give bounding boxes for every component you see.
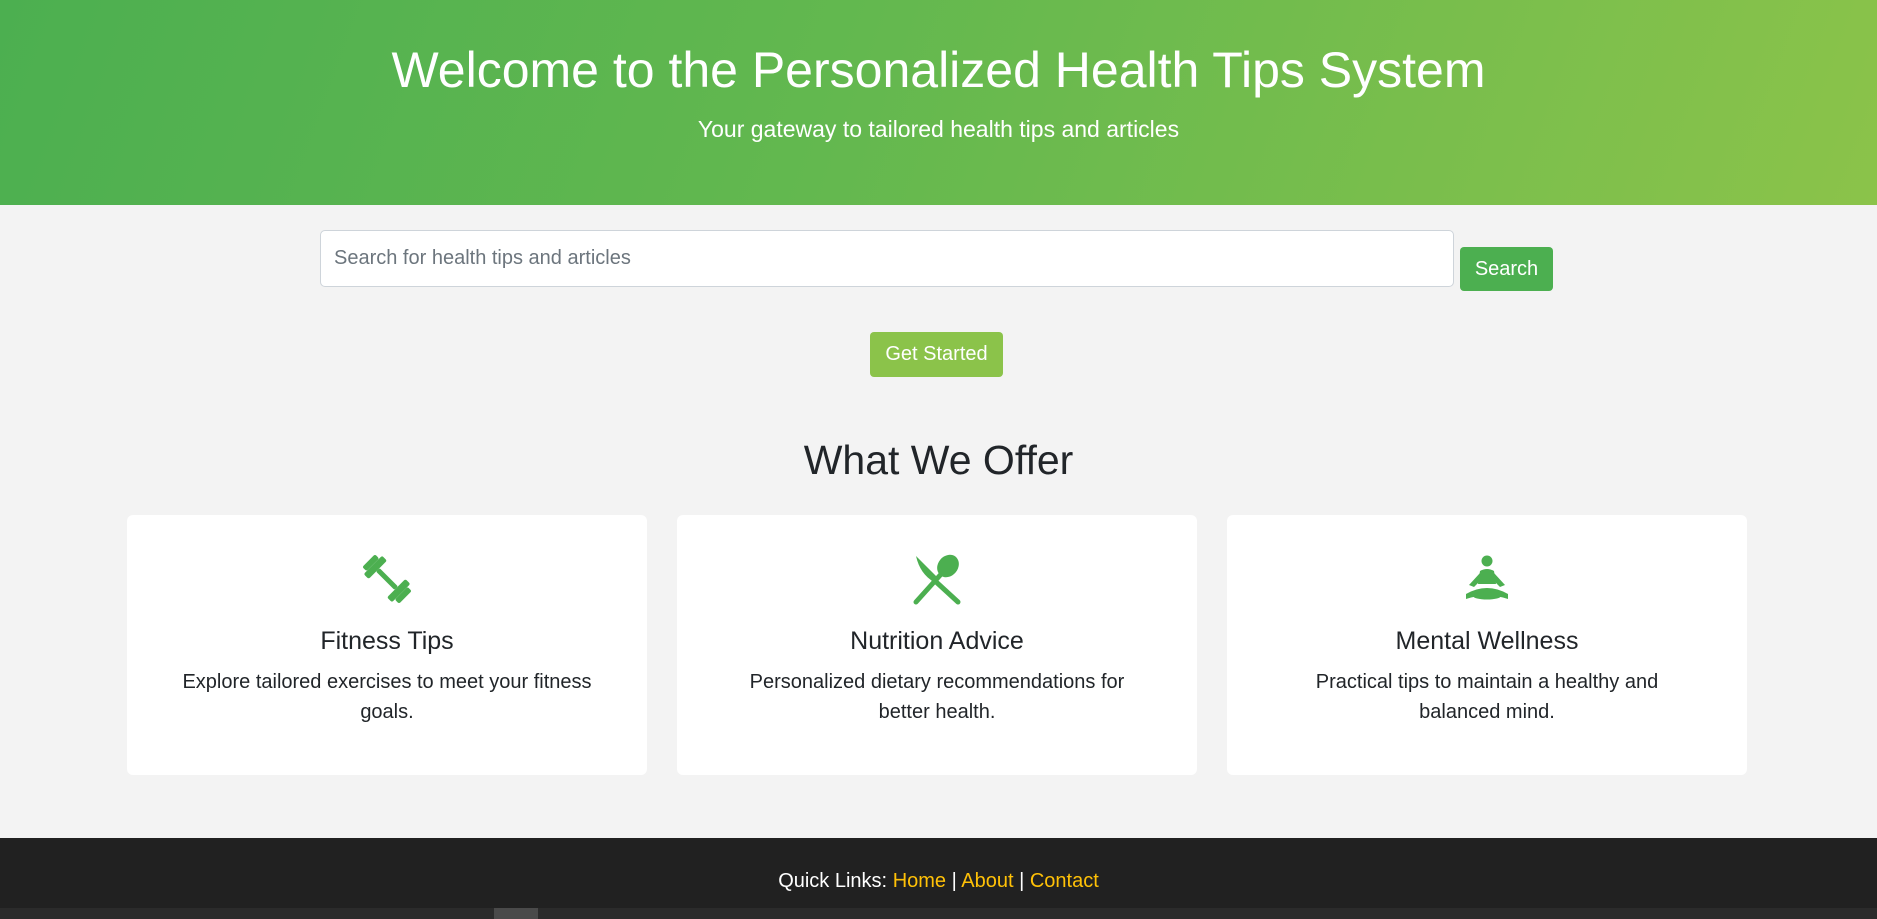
card-mental-wellness: Mental Wellness Practical tips to mainta… xyxy=(1227,515,1747,775)
card-title: Mental Wellness xyxy=(1395,627,1579,655)
dumbbell-icon xyxy=(127,549,647,609)
footer-separator: | xyxy=(1019,870,1025,892)
footer-link-contact[interactable]: Contact xyxy=(1030,870,1099,892)
section-title: What We Offer xyxy=(803,437,1074,483)
card-title: Nutrition Advice xyxy=(850,627,1024,655)
search-button[interactable]: Search xyxy=(1460,247,1553,291)
os-taskbar xyxy=(0,908,1877,919)
footer-label: Quick Links: xyxy=(778,870,888,892)
card-description: Explore tailored exercises to meet your … xyxy=(182,671,592,723)
page-subtitle: Your gateway to tailored health tips and… xyxy=(697,116,1180,142)
hero-banner: Welcome to the Personalized Health Tips … xyxy=(0,0,1877,205)
page-title: Welcome to the Personalized Health Tips … xyxy=(391,42,1486,98)
search-input[interactable] xyxy=(320,230,1454,287)
utensils-icon xyxy=(677,549,1197,609)
card-description: Practical tips to maintain a healthy and… xyxy=(1315,671,1659,723)
footer-link-home[interactable]: Home xyxy=(893,870,946,892)
get-started-button[interactable]: Get Started xyxy=(870,332,1003,377)
meditation-icon xyxy=(1227,549,1747,609)
footer: Quick Links: Home | About | Contact xyxy=(0,838,1877,908)
card-nutrition-advice: Nutrition Advice Personalized dietary re… xyxy=(677,515,1197,775)
card-description: Personalized dietary recommendations for… xyxy=(749,671,1125,723)
taskbar-item[interactable] xyxy=(494,908,538,919)
footer-link-about[interactable]: About xyxy=(961,870,1013,892)
footer-separator: | xyxy=(951,870,957,892)
card-title: Fitness Tips xyxy=(320,627,454,655)
card-fitness-tips: Fitness Tips Explore tailored exercises … xyxy=(127,515,647,775)
